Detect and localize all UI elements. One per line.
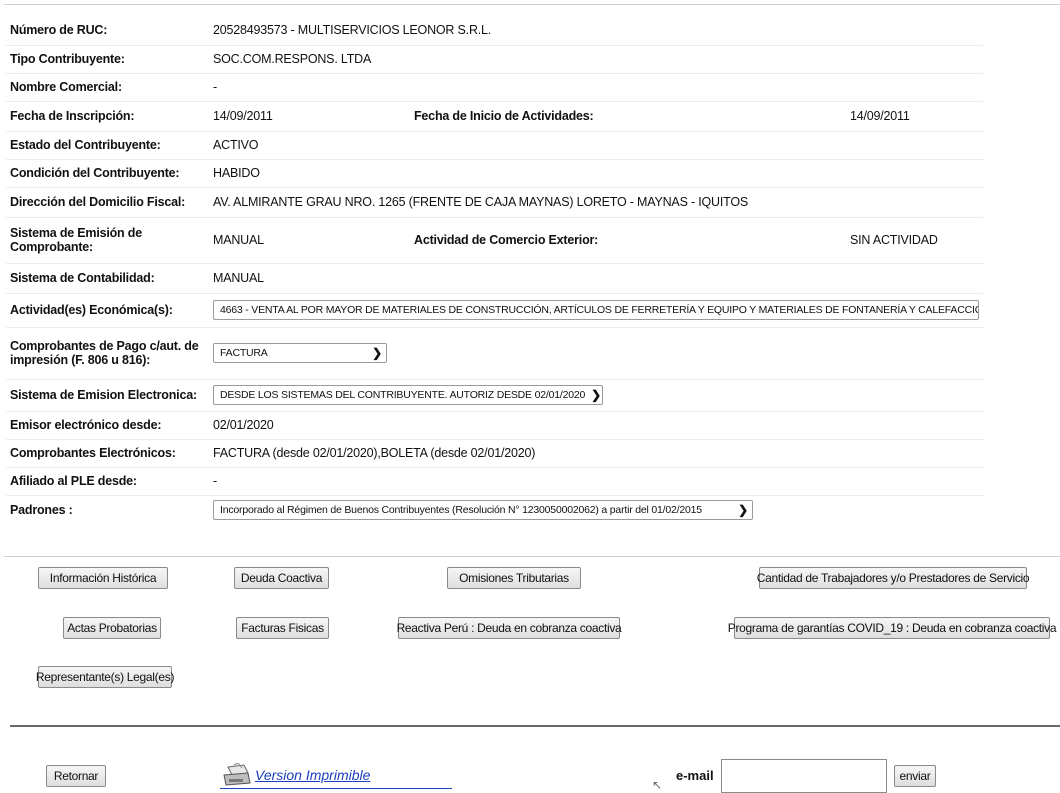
chevron-down-icon: ❯ xyxy=(738,503,748,518)
fecha-inicio-label: Fecha de Inicio de Actividades: xyxy=(414,109,594,123)
emisor-electronico-label: Emisor electrónico desde: xyxy=(10,418,162,432)
programa-covid-button[interactable]: Programa de garantías COVID_19 : Deuda e… xyxy=(728,617,1057,639)
comprobantes-electronicos-label: Comprobantes Electrónicos: xyxy=(10,446,176,460)
comprobantes-electronicos-value: FACTURA (desde 02/01/2020),BOLETA (desde… xyxy=(213,446,536,460)
reactiva-peru-button[interactable]: Reactiva Perú : Deuda en cobranza coacti… xyxy=(397,617,622,639)
ruc-label: Número de RUC: xyxy=(10,22,108,37)
comprobantes-pago-label: Comprobantes de Pago c/aut. de impresión… xyxy=(10,339,199,367)
email-input[interactable] xyxy=(721,759,887,793)
ple-value: - xyxy=(213,474,217,488)
condicion-value: HABIDO xyxy=(213,166,260,180)
printer-icon[interactable] xyxy=(220,762,254,787)
ple-label: Afiliado al PLE desde: xyxy=(10,474,137,488)
version-imprimible-link[interactable]: Version Imprimible xyxy=(255,767,370,783)
tipo-value: SOC.COM.RESPONS. LTDA xyxy=(213,52,372,66)
table-bottom-border xyxy=(4,556,1060,557)
retornar-button[interactable]: Retornar xyxy=(46,765,106,787)
contabilidad-label: Sistema de Contabilidad: xyxy=(10,271,155,285)
email-label: e-mail xyxy=(676,768,714,783)
actividad-economica-selected: 4663 - VENTA AL POR MAYOR DE MATERIALES … xyxy=(220,304,979,316)
contabilidad-value: MANUAL xyxy=(213,271,264,285)
chevron-down-icon: ❯ xyxy=(372,346,382,360)
comercio-exterior-value: SIN ACTIVIDAD xyxy=(850,233,938,247)
cantidad-trabajadores-button[interactable]: Cantidad de Trabajadores y/o Prestadores… xyxy=(757,567,1030,589)
emision-electronica-cell: DESDE LOS SISTEMAS DEL CONTRIBUYENTE. AU… xyxy=(209,379,983,411)
padrones-selected: Incorporado al Régimen de Buenos Contrib… xyxy=(220,504,702,517)
comercio-exterior-label: Actividad de Comercio Exterior: xyxy=(414,233,599,247)
emision-electronica-label: Sistema de Emision Electronica: xyxy=(10,388,197,402)
estado-value: ACTIVO xyxy=(213,138,259,152)
padrones-select[interactable]: Incorporado al Régimen de Buenos Contrib… xyxy=(213,500,753,521)
actividad-economica-select[interactable]: 4663 - VENTA AL POR MAYOR DE MATERIALES … xyxy=(213,300,979,320)
deuda-coactiva-button[interactable]: Deuda Coactiva xyxy=(234,567,329,589)
padrones-label: Padrones : xyxy=(10,503,73,518)
chevron-down-icon: ❯ xyxy=(591,388,601,402)
fecha-inscripcion-value: 14/09/2011 xyxy=(213,109,273,123)
emision-electronica-selected: DESDE LOS SISTEMAS DEL CONTRIBUYENTE. AU… xyxy=(220,389,586,401)
domicilio-value: AV. ALMIRANTE GRAU NRO. 1265 (FRENTE DE … xyxy=(213,195,748,209)
informacion-historica-button[interactable]: Información Histórica xyxy=(38,567,168,589)
nombre-comercial-label: Nombre Comercial: xyxy=(10,80,122,94)
omisiones-tributarias-button[interactable]: Omisiones Tributarias xyxy=(447,567,581,589)
domicilio-label: Dirección del Domicilio Fiscal: xyxy=(10,195,186,209)
emision-electronica-select[interactable]: DESDE LOS SISTEMAS DEL CONTRIBUYENTE. AU… xyxy=(213,385,603,405)
facturas-fisicas-button[interactable]: Facturas Fisicas xyxy=(236,617,329,639)
condicion-label: Condición del Contribuyente: xyxy=(10,166,180,180)
nombre-comercial-value: - xyxy=(213,80,217,94)
emision-comprobante-value: MANUAL xyxy=(213,233,264,247)
ruc-value: 20528493573 - MULTISERVICIOS LEONOR S.R.… xyxy=(213,22,492,37)
actividad-economica-label: Actividad(es) Económica(s): xyxy=(10,303,173,317)
enviar-button[interactable]: enviar xyxy=(894,765,936,787)
padrones-cell: Incorporado al Régimen de Buenos Contrib… xyxy=(209,495,983,525)
emisor-electronico-value: 02/01/2020 xyxy=(213,418,274,432)
link-underline-rule xyxy=(220,788,452,789)
section-divider xyxy=(10,725,1060,727)
tipo-label: Tipo Contribuyente: xyxy=(10,52,125,66)
actas-probatorias-button[interactable]: Actas Probatorias xyxy=(63,617,161,639)
representantes-legales-button[interactable]: Representante(s) Legal(es) xyxy=(36,666,174,688)
comprobantes-pago-select[interactable]: FACTURA ❯ xyxy=(213,343,387,363)
comprobantes-pago-cell: FACTURA ❯ xyxy=(209,327,983,379)
comprobantes-pago-selected: FACTURA xyxy=(220,347,268,359)
taxpayer-info-table: Número de RUC: 20528493573 - MULTISERVIC… xyxy=(6,15,983,525)
actividad-economica-cell: 4663 - VENTA AL POR MAYOR DE MATERIALES … xyxy=(209,293,983,327)
fecha-inicio-value: 14/09/2011 xyxy=(850,109,910,123)
emision-comprobante-label: Sistema de Emisión de Comprobante: xyxy=(10,226,142,254)
cursor-arrow-icon: ↖ xyxy=(652,778,663,792)
estado-label: Estado del Contribuyente: xyxy=(10,138,161,152)
fecha-inscripcion-label: Fecha de Inscripción: xyxy=(10,109,135,123)
